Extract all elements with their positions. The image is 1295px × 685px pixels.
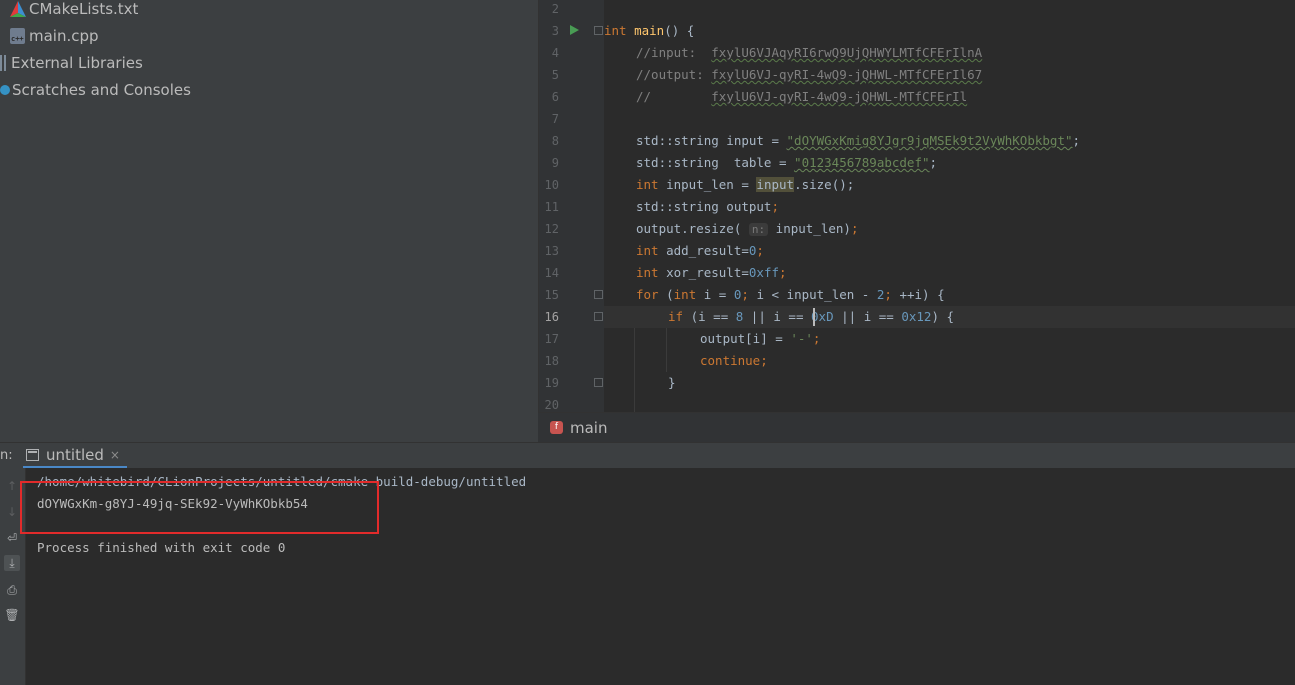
code-line-15: for (int i = 0; i < input_len - 2; ++i) …: [636, 287, 945, 302]
code-line-6: // fxylU6VJ-qyRI-4wQ9-jQHWL-MTfCFErIl: [636, 89, 968, 104]
line-number: 18: [544, 354, 559, 368]
tree-item-label: main.cpp: [29, 27, 99, 45]
code-line-9: std::string table = "0123456789abcdef";: [636, 155, 938, 170]
code-line-14: int xor_result=0xff;: [636, 265, 787, 280]
close-icon[interactable]: ×: [110, 448, 120, 462]
run-tab-untitled[interactable]: untitled ×: [23, 443, 127, 469]
tree-item-label: Scratches and Consoles: [12, 81, 191, 99]
param-hint: n:: [748, 223, 769, 236]
tool-window-label: n:: [0, 448, 13, 463]
scroll-to-end-icon[interactable]: ⤓: [4, 555, 20, 571]
line-number: 10: [544, 178, 559, 192]
print-icon[interactable]: ⎙: [4, 582, 20, 598]
arrow-up-icon[interactable]: ↑: [4, 478, 20, 494]
line-number: 14: [544, 266, 559, 280]
annotation-highlight-box: [20, 481, 379, 534]
code-editor[interactable]: 2 3 4 5 6 7 8 9 10 11 12 13 14 15 16 17 …: [538, 0, 1295, 412]
code-line-13: int add_result=0;: [636, 243, 764, 258]
trash-icon[interactable]: 🗑: [4, 607, 20, 623]
console-icon: [26, 448, 39, 461]
tree-item-label: CMakeLists.txt: [29, 0, 139, 18]
arrow-down-icon[interactable]: ↓: [4, 504, 20, 520]
line-number: 8: [551, 134, 559, 148]
line-number: 7: [551, 112, 559, 126]
console-exit-status: Process finished with exit code 0: [37, 540, 286, 555]
fold-icon[interactable]: [594, 26, 603, 35]
code-line-18: continue;: [700, 353, 768, 368]
editor-breadcrumb[interactable]: f main: [538, 412, 1295, 442]
line-number: 6: [551, 90, 559, 104]
code-line-3: int main() {: [604, 23, 695, 38]
line-number: 17: [544, 332, 559, 346]
line-number: 13: [544, 244, 559, 258]
line-number: 12: [544, 222, 559, 236]
run-tab-label: untitled: [46, 445, 104, 464]
fold-icon[interactable]: [594, 290, 603, 299]
project-tree-panel: CMakeLists.txt main.cpp External Librari…: [0, 0, 538, 442]
code-line-16-current: if (i == 8 || i == 0xD || i == 0x12) {: [604, 306, 1295, 328]
breadcrumb-function[interactable]: main: [570, 419, 607, 437]
line-number-current: 16: [544, 310, 559, 324]
function-icon: f: [550, 421, 563, 434]
code-area[interactable]: int main() { //input: fxylU6VJAqyRI6rwQ9…: [604, 0, 1295, 412]
line-number: 5: [551, 68, 559, 82]
soft-wrap-icon[interactable]: ⏎: [4, 530, 20, 546]
code-line-5: //output: fxylU6VJ-qyRI-4wQ9-jQHWL-MTfCF…: [636, 67, 983, 82]
code-line-17: output[i] = '-';: [700, 331, 821, 346]
code-line-19: }: [668, 375, 676, 390]
code-line-10: int input_len = input.size();: [636, 177, 855, 192]
tree-item-label: External Libraries: [11, 54, 143, 72]
code-line-11: std::string output;: [636, 199, 779, 214]
text-caret: [813, 308, 815, 326]
editor-gutter: 2 3 4 5 6 7 8 9 10 11 12 13 14 15 16 17 …: [539, 0, 604, 412]
fold-icon[interactable]: [594, 312, 603, 321]
run-tool-window-header: n: untitled ×: [0, 442, 1295, 469]
cpp-file-icon: [10, 28, 25, 44]
line-number: 4: [551, 46, 559, 60]
tree-item-cmakelists[interactable]: CMakeLists.txt: [10, 0, 138, 20]
line-number: 9: [551, 156, 559, 170]
library-icon: [0, 55, 6, 71]
run-gutter-icon[interactable]: [570, 25, 579, 35]
cmake-icon: [10, 1, 26, 17]
fold-icon[interactable]: [594, 378, 603, 387]
tree-item-external-libraries[interactable]: External Libraries: [0, 52, 143, 74]
tree-item-scratches[interactable]: Scratches and Consoles: [0, 79, 191, 101]
line-number: 15: [544, 288, 559, 302]
line-number: 2: [551, 2, 559, 16]
line-number: 3: [551, 24, 559, 38]
line-number: 19: [544, 376, 559, 390]
tree-item-main-cpp[interactable]: main.cpp: [10, 25, 99, 47]
code-line-12: output.resize( n: input_len);: [636, 221, 859, 236]
code-line-8: std::string input = "dOYWGxKmig8YJgr9jqM…: [636, 133, 1081, 148]
scratches-icon: [0, 85, 10, 95]
line-number: 11: [544, 200, 559, 214]
code-line-4: //input: fxylU6VJAqyRI6rwQ9UjQHWYLMTfCFE…: [636, 45, 983, 60]
